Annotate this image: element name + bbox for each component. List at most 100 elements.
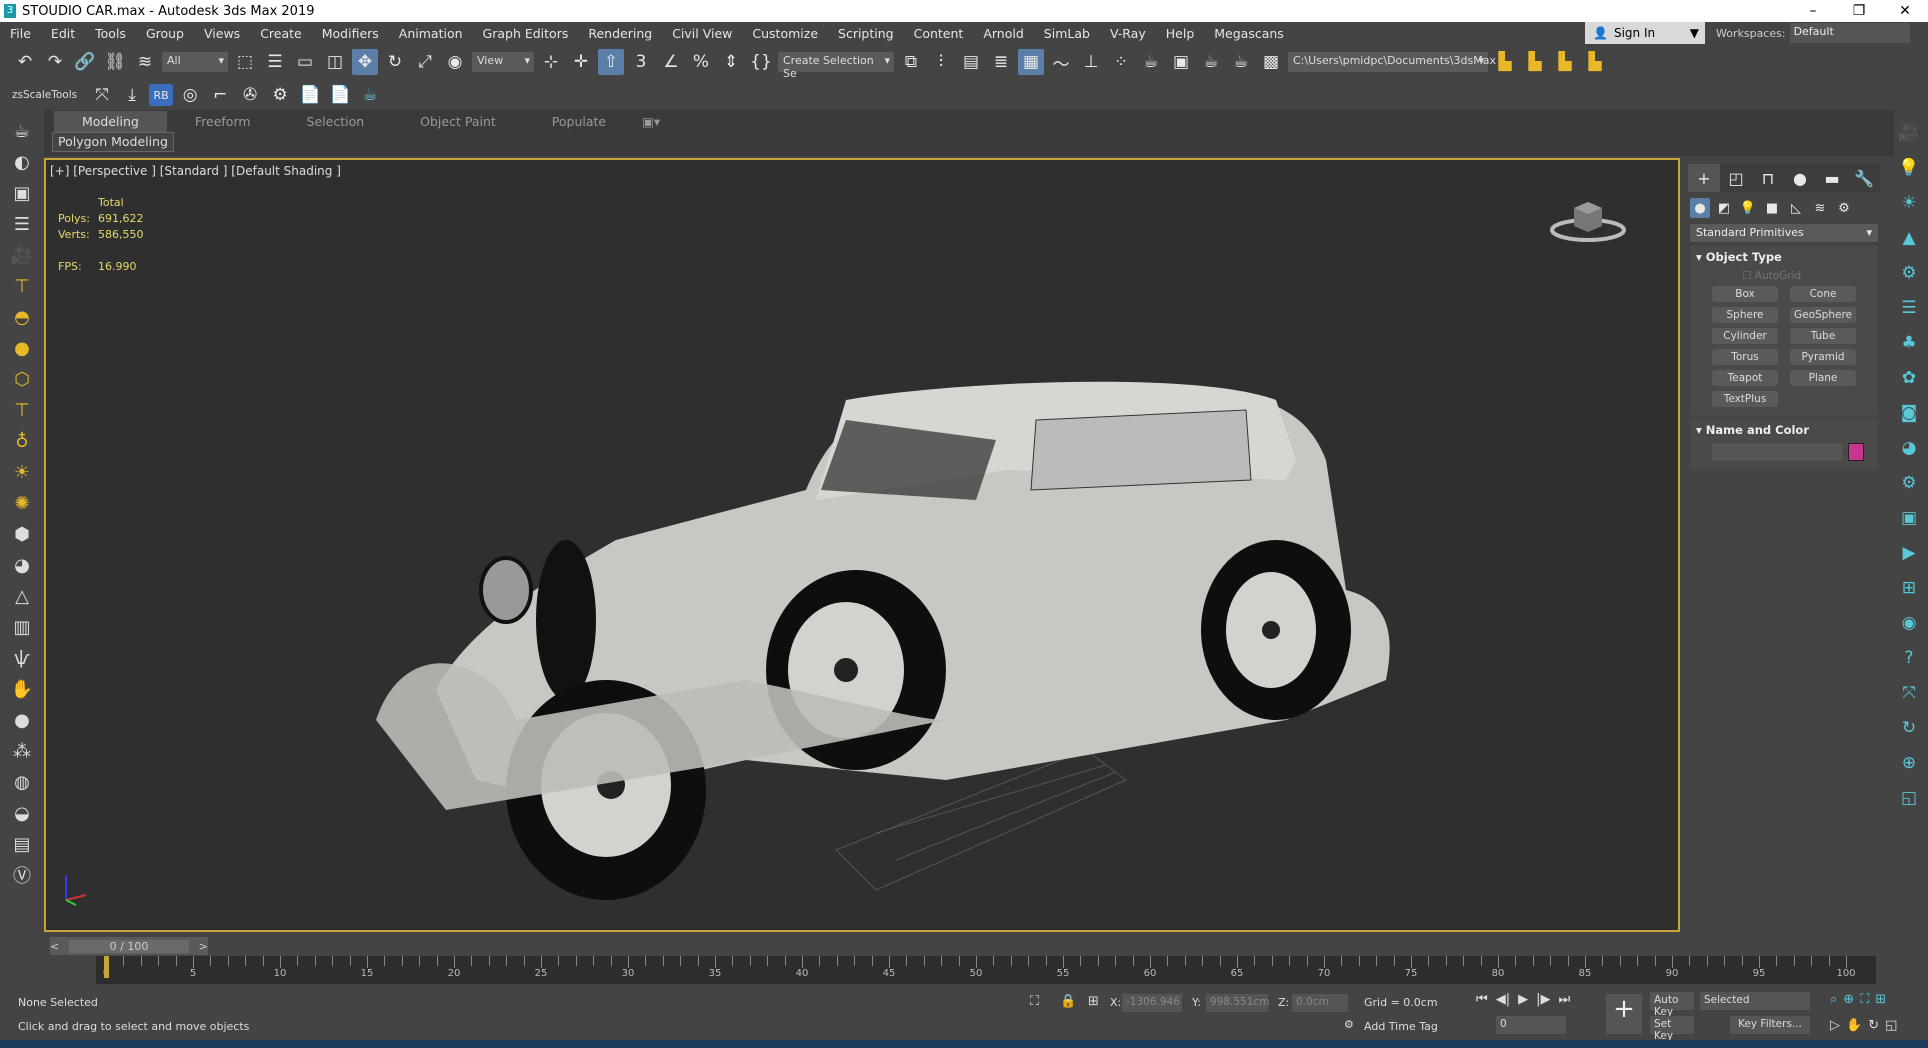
camera-add-icon[interactable]: 🎥 — [1896, 120, 1922, 146]
render-setup-icon[interactable]: ☕ — [1138, 49, 1164, 75]
shapes-icon[interactable]: ◩ — [1714, 198, 1734, 218]
cone-button[interactable]: Cone — [1790, 286, 1856, 302]
current-frame-marker[interactable] — [104, 956, 109, 978]
create-tab-icon[interactable]: + — [1688, 164, 1720, 192]
menu-modifiers[interactable]: Modifiers — [312, 26, 389, 41]
select-by-name-icon[interactable]: ☰ — [262, 49, 288, 75]
selection-filter-dropdown[interactable]: All — [162, 52, 228, 72]
box-icon[interactable]: ▣ — [9, 180, 35, 206]
menu-rendering[interactable]: Rendering — [578, 26, 662, 41]
rb-button[interactable]: RB — [149, 84, 174, 106]
geosphere-button[interactable]: GeoSphere — [1790, 307, 1856, 323]
keyboard-shortcut-icon[interactable]: ⇧ — [598, 49, 624, 75]
menu-content[interactable]: Content — [904, 26, 974, 41]
display-tab-icon[interactable]: ▬ — [1816, 164, 1848, 192]
ribbon-options-icon[interactable]: ▣▾ — [634, 111, 668, 132]
frame-buffer-icon[interactable]: ◙ — [1896, 400, 1922, 426]
modify-tab-icon[interactable]: ◰ — [1720, 164, 1752, 192]
link-icon[interactable]: 🔗 — [72, 49, 98, 75]
render-iterative-icon[interactable]: ☕ — [1228, 49, 1254, 75]
select-object-icon[interactable]: ⬚ — [232, 49, 258, 75]
download-icon[interactable]: ⤓ — [119, 82, 145, 108]
menu-customize[interactable]: Customize — [742, 26, 828, 41]
play-icon[interactable]: ▶ — [1518, 992, 1528, 1007]
teapot-icon[interactable]: ☕ — [9, 118, 35, 144]
scale-icon[interactable]: ⤢ — [412, 49, 438, 75]
panel-icon[interactable]: ▣ — [1896, 505, 1922, 531]
film-reel-icon[interactable]: ✇ — [237, 82, 263, 108]
plane-button[interactable]: Plane — [1790, 370, 1856, 386]
prev-frame-button[interactable]: < — [50, 940, 59, 953]
fov-icon[interactable]: ▷ — [1830, 1018, 1840, 1033]
layer-explorer-icon[interactable]: ≣ — [988, 49, 1014, 75]
hand-icon[interactable]: ✋ — [9, 676, 35, 702]
cog-icon[interactable]: ✿ — [1896, 365, 1922, 391]
window-crossing-icon[interactable]: ◫ — [322, 49, 348, 75]
proxy-tree-icon[interactable]: ▲ — [1896, 225, 1922, 251]
edit-named-selection-icon[interactable]: {} — [748, 49, 774, 75]
tree-icon[interactable]: ♣ — [1896, 330, 1922, 356]
car-model[interactable] — [46, 160, 1680, 932]
settings-icon[interactable]: ⚙ — [1896, 470, 1922, 496]
y-coordinate-field[interactable]: 998.551cm — [1206, 994, 1269, 1012]
menu-views[interactable]: Views — [194, 26, 250, 41]
key-filters-button[interactable]: Key Filters... — [1730, 1016, 1810, 1034]
current-frame-field[interactable]: 0 — [1496, 1016, 1566, 1034]
sphere-icon[interactable]: ◕ — [9, 552, 35, 578]
tab-freeform[interactable]: Freeform — [167, 111, 279, 132]
minimize-button[interactable]: – — [1790, 3, 1836, 19]
zoom-icon[interactable]: ⊕ — [1896, 750, 1922, 776]
perspective-viewport[interactable]: [+] [Perspective ] [Standard ] [Default … — [44, 158, 1680, 932]
spot-light-icon[interactable]: ⊤ — [9, 397, 35, 423]
cube-icon[interactable]: ⬢ — [9, 521, 35, 547]
list-icon[interactable]: ☰ — [9, 211, 35, 237]
render-grid-icon[interactable]: ▩ — [1258, 49, 1284, 75]
space-warps-icon[interactable]: ≋ — [1810, 198, 1830, 218]
angle-snap-icon[interactable]: ∠ — [658, 49, 684, 75]
teapot-button[interactable]: Teapot — [1712, 370, 1778, 386]
geosphere-icon[interactable]: ⬡ — [9, 366, 35, 392]
auto-key-button[interactable]: Auto Key — [1650, 992, 1694, 1018]
spiral-icon[interactable]: ◎ — [177, 82, 203, 108]
hierarchy-tab-icon[interactable]: ⊓ — [1752, 164, 1784, 192]
grass-icon[interactable]: ѱ — [9, 645, 35, 671]
palette-icon[interactable]: ◕ — [1896, 435, 1922, 461]
name-color-header[interactable]: ▾ Name and Color — [1696, 423, 1872, 437]
rendered-frame-icon[interactable]: ▣ — [1168, 49, 1194, 75]
film-icon[interactable]: ▶ — [1896, 540, 1922, 566]
set-key-big-button[interactable]: + — [1606, 994, 1642, 1034]
schematic-view-icon[interactable]: ⊥ — [1078, 49, 1104, 75]
gear-film-icon[interactable]: ⚙ — [267, 82, 293, 108]
motion-tab-icon[interactable]: ● — [1784, 164, 1816, 192]
menu-vray[interactable]: V-Ray — [1100, 26, 1156, 41]
object-color-swatch[interactable] — [1848, 443, 1864, 461]
menu-graph-editors[interactable]: Graph Editors — [473, 26, 579, 41]
orbit-view-icon[interactable]: ↻ — [1868, 1018, 1879, 1033]
systems-icon[interactable]: ⚙ — [1834, 198, 1854, 218]
align-icon[interactable]: ⫶ — [928, 49, 954, 75]
lamp-icon[interactable]: ⊤ — [9, 273, 35, 299]
menu-tools[interactable]: Tools — [85, 26, 136, 41]
maximize-viewport-icon[interactable]: ◱ — [1885, 1018, 1897, 1033]
utilities-tab-icon[interactable]: 🔧 — [1848, 164, 1880, 192]
sphere-button[interactable]: Sphere — [1712, 307, 1778, 323]
placement-icon[interactable]: ◉ — [442, 49, 468, 75]
next-key-icon[interactable]: |▶ — [1536, 992, 1550, 1007]
reference-coord-dropdown[interactable]: View — [472, 52, 534, 72]
material-editor-icon[interactable]: ⁘ — [1108, 49, 1134, 75]
tab-modeling[interactable]: Modeling — [54, 111, 167, 132]
add-time-tag[interactable]: Add Time Tag — [1364, 1020, 1438, 1033]
box-button[interactable]: Box — [1712, 286, 1778, 302]
rotate-icon[interactable]: ↻ — [382, 49, 408, 75]
z-coordinate-field[interactable]: 0.0cm — [1292, 994, 1348, 1012]
building-icon[interactable]: ▥ — [9, 614, 35, 640]
bind-space-warp-icon[interactable]: ≋ — [132, 49, 158, 75]
light-bulb-icon[interactable]: 💡 — [1896, 155, 1922, 181]
pyramid-icon[interactable]: △ — [9, 583, 35, 609]
tab-populate[interactable]: Populate — [524, 111, 634, 132]
menu-megascans[interactable]: Megascans — [1204, 26, 1294, 41]
torus-button[interactable]: Torus — [1712, 349, 1778, 365]
orbit-icon[interactable]: ↻ — [1896, 715, 1922, 741]
material-library-icon[interactable]: ◒ — [9, 800, 35, 826]
ribbon-toggle-icon[interactable]: ▦ — [1018, 49, 1044, 75]
